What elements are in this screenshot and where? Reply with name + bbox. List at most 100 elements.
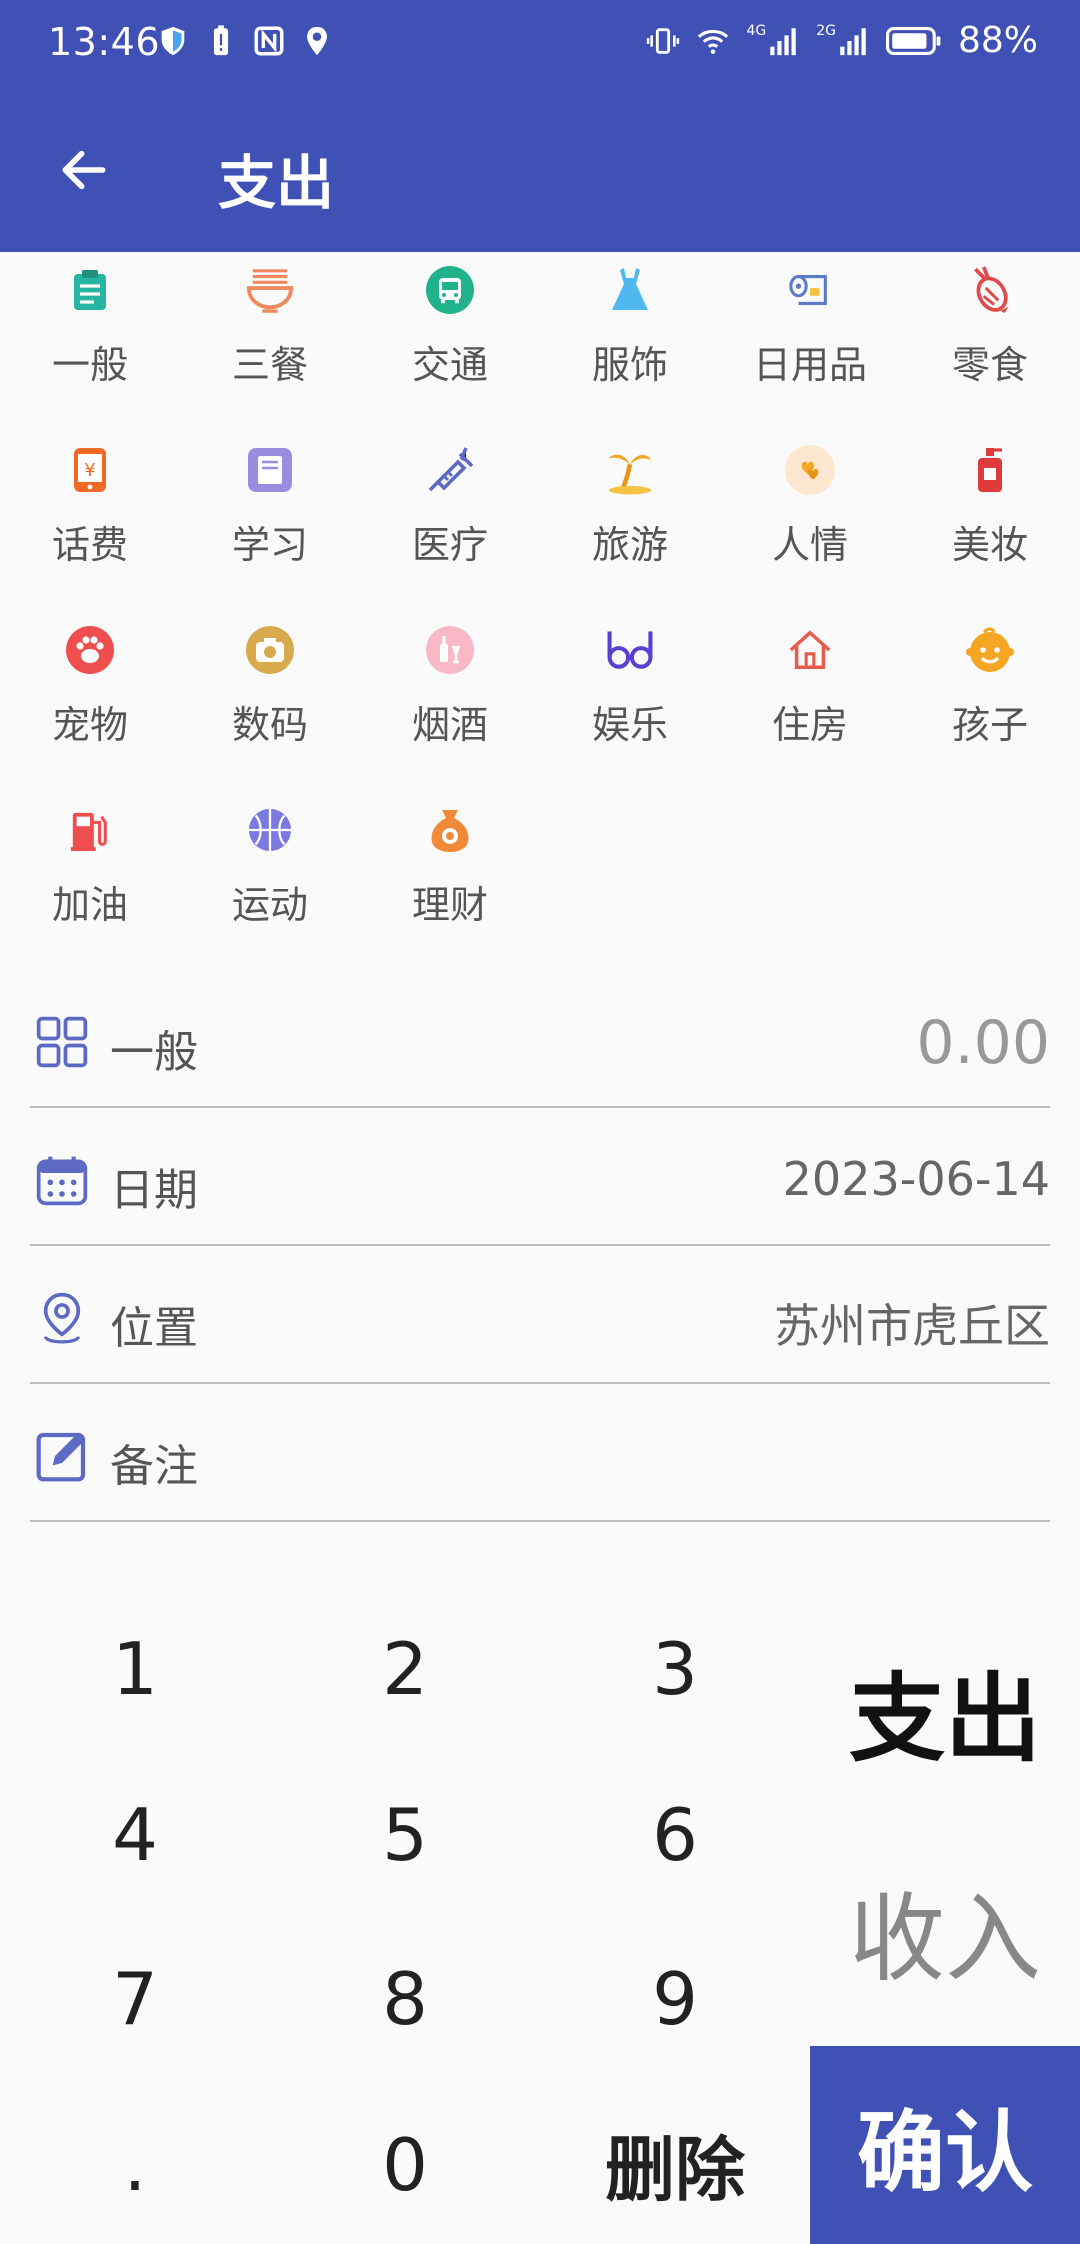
delete-button[interactable]: 删除 [540, 2082, 810, 2244]
category-label: 娱乐 [591, 703, 668, 747]
battery-percent: 88% [957, 20, 1038, 61]
network-label-2: 2G [816, 22, 836, 39]
category-label: 烟酒 [411, 703, 488, 747]
location-pin-icon [43, 1292, 81, 1344]
category-label: 孩子 [951, 703, 1028, 747]
category-transport[interactable]: 交通 [360, 252, 540, 432]
date-row[interactable]: 日期 2023-06-14 [30, 1108, 1050, 1246]
category-study[interactable]: 学习 [180, 432, 360, 612]
category-label: 零食 [951, 343, 1028, 387]
category-children[interactable]: 孩子 [900, 612, 1080, 792]
bottle-glass-icon [424, 624, 476, 676]
phone-icon: ¥ [64, 444, 116, 496]
category-housing[interactable]: 住房 [720, 612, 900, 792]
date-label: 日期 [110, 1165, 198, 1216]
category-label: 话费 [51, 523, 128, 567]
hearts-icon [784, 444, 836, 496]
key-7[interactable]: 7 [0, 1916, 270, 2081]
income-toggle[interactable]: 收入 [810, 1840, 1080, 2020]
selected-category-label: 一般 [110, 1027, 198, 1078]
noodle-bowl-icon [244, 264, 296, 316]
back-button[interactable] [52, 138, 116, 202]
perfume-icon [964, 444, 1016, 496]
note-label: 备注 [110, 1441, 198, 1492]
key-decimal[interactable]: . [0, 2082, 270, 2244]
svg-text:¥: ¥ [84, 460, 95, 481]
category-label: 交通 [411, 343, 488, 387]
location-status-icon [307, 26, 327, 56]
key-1[interactable]: 1 [0, 1586, 270, 1751]
candy-icon [964, 264, 1016, 316]
category-phone-bill[interactable]: ¥ 话费 [0, 432, 180, 612]
alert-battery-icon [213, 25, 229, 56]
category-label: 学习 [231, 523, 308, 567]
calendar-icon [36, 1156, 88, 1206]
expense-toggle[interactable]: 支出 [810, 1620, 1080, 1800]
category-snacks[interactable]: 零食 [900, 252, 1080, 432]
location-value: 苏州市虎丘区 [774, 1299, 1050, 1353]
tissue-roll-icon [784, 264, 836, 316]
status-left-icons [156, 24, 334, 58]
location-label: 位置 [110, 1303, 198, 1354]
page-title: 支出 [218, 149, 335, 217]
category-grid: 一般 三餐 交通 服饰 日用品 零食 ¥ 话费 学习 医疗 旅游 人情 美妆 宠… [0, 252, 1080, 932]
key-8[interactable]: 8 [270, 1916, 540, 2081]
category-fuel[interactable]: 加油 [0, 792, 180, 972]
category-label: 美妆 [951, 523, 1028, 567]
category-entertainment[interactable]: 娱乐 [540, 612, 720, 792]
key-3[interactable]: 3 [540, 1586, 810, 1751]
category-label: 宠物 [51, 703, 128, 747]
category-medical[interactable]: 医疗 [360, 432, 540, 612]
glasses-icon [604, 624, 656, 676]
key-5[interactable]: 5 [270, 1752, 540, 1917]
signal-4g: 4G [746, 24, 800, 58]
category-cosmetics[interactable]: 美妆 [900, 432, 1080, 612]
amount-row[interactable]: 一般 0.00 [30, 970, 1050, 1108]
signal-2g: 2G [816, 24, 870, 58]
network-label-1: 4G [746, 22, 767, 39]
amount-display: 0.00 [916, 1008, 1050, 1078]
edit-note-icon [36, 1432, 86, 1482]
category-gifts[interactable]: 人情 [720, 432, 900, 612]
key-4[interactable]: 4 [0, 1752, 270, 1917]
status-bar: 13:46 4G 2G 88% [0, 0, 1080, 88]
confirm-button[interactable]: 确认 [810, 2046, 1080, 2244]
basketball-icon [244, 804, 296, 856]
category-daily-goods[interactable]: 日用品 [720, 252, 900, 432]
category-label: 运动 [231, 883, 308, 927]
syringe-icon [424, 444, 476, 496]
house-icon [784, 624, 836, 676]
category-pets[interactable]: 宠物 [0, 612, 180, 792]
category-meals[interactable]: 三餐 [180, 252, 360, 432]
key-0[interactable]: 0 [270, 2082, 540, 2244]
arrow-left-icon [62, 150, 106, 190]
key-9[interactable]: 9 [540, 1916, 810, 2081]
category-finance[interactable]: 理财 [360, 792, 540, 972]
category-digital[interactable]: 数码 [180, 612, 360, 792]
bus-icon [424, 264, 476, 316]
category-tobacco-alcohol[interactable]: 烟酒 [360, 612, 540, 792]
dress-icon [604, 264, 656, 316]
location-row[interactable]: 位置 苏州市虎丘区 [30, 1246, 1050, 1384]
category-clothing[interactable]: 服饰 [540, 252, 720, 432]
category-label: 加油 [51, 883, 128, 927]
category-sports[interactable]: 运动 [180, 792, 360, 972]
grid-icon [36, 1016, 88, 1068]
category-label: 日用品 [752, 343, 867, 387]
note-row[interactable]: 备注 [30, 1384, 1050, 1522]
key-2[interactable]: 2 [270, 1586, 540, 1751]
key-6[interactable]: 6 [540, 1752, 810, 1917]
status-right: 4G 2G 88% [646, 20, 1038, 61]
palm-tree-icon [604, 444, 656, 496]
category-general[interactable]: 一般 [0, 252, 180, 432]
signal-bars-icon [840, 27, 866, 55]
clipboard-icon [64, 264, 116, 316]
category-label: 人情 [771, 523, 848, 567]
category-label: 住房 [771, 703, 848, 747]
child-face-icon [964, 624, 1016, 676]
category-travel[interactable]: 旅游 [540, 432, 720, 612]
category-label: 医疗 [411, 523, 488, 567]
category-label: 数码 [231, 703, 308, 747]
category-label: 理财 [411, 883, 488, 927]
paw-icon [64, 624, 116, 676]
